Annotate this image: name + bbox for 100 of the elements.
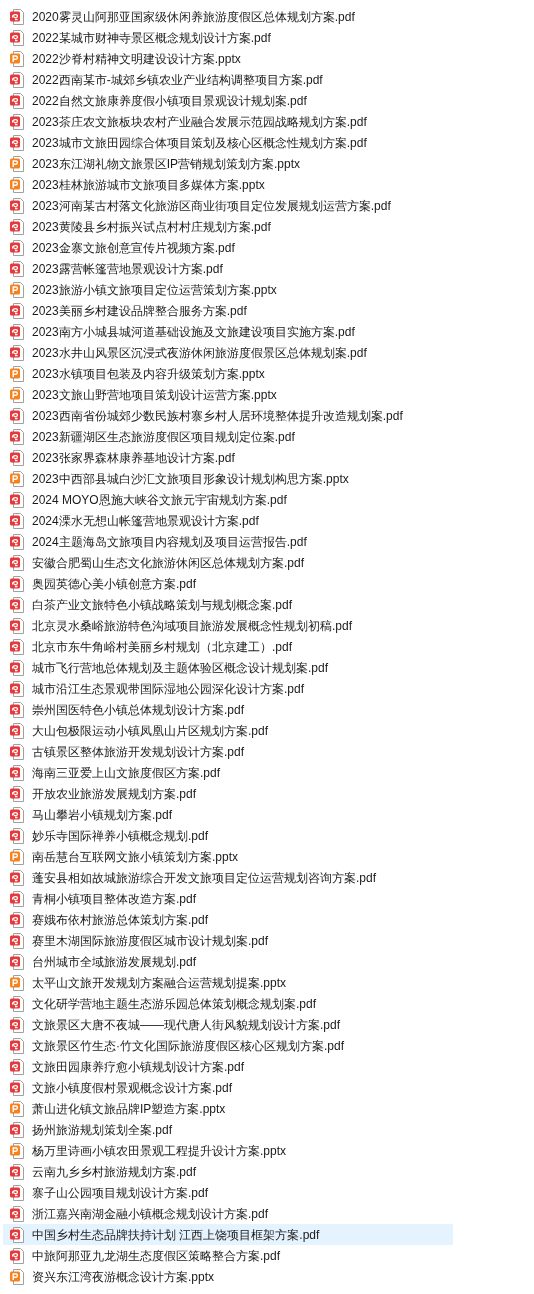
pdf-file-icon [10,596,24,613]
file-row[interactable]: 大山包极限运动小镇凤凰山片区规划方案.pdf [3,720,453,741]
file-row[interactable]: 文化研学营地主题生态游乐园总体策划概念规划案.pdf [3,993,453,1014]
pdf-file-icon [10,1037,24,1054]
file-name: 2023茶庄农文旅板块农村产业融合发展示范园战略规划方案.pdf [32,113,367,130]
file-row[interactable]: 北京灵水桑峪旅游特色沟域项目旅游发展概念性规划初稿.pdf [3,615,453,636]
file-row[interactable]: 2023张家界森林康养基地设计方案.pdf [3,447,453,468]
file-row[interactable]: 赛娥布依村旅游总体策划方案.pdf [3,909,453,930]
file-row[interactable]: 城市沿江生态景观带国际湿地公园深化设计方案.pdf [3,678,453,699]
pdf-file-icon [10,29,24,46]
file-name: 2023西南省份城郊少数民族村寨乡村人居环境整体提升改造规划案.pdf [32,407,403,424]
pdf-file-icon [10,1184,24,1201]
file-row[interactable]: 2023金寨文旅创意宣传片视频方案.pdf [3,237,453,258]
file-row[interactable]: 浙江嘉兴南湖金融小镇概念规划设计方案.pdf [3,1203,453,1224]
file-row[interactable]: 台州城市全域旅游发展规划.pdf [3,951,453,972]
file-name: 文旅小镇度假村景观概念设计方案.pdf [32,1079,232,1096]
presentation-file-icon [10,155,24,172]
file-row[interactable]: 海南三亚爱上山文旅度假区方案.pdf [3,762,453,783]
pdf-file-icon [10,239,24,256]
presentation-file-icon [10,1268,24,1285]
file-row[interactable]: 2020雾灵山阿那亚国家级休闲养旅游度假区总体规划方案.pdf [3,6,453,27]
file-row[interactable]: 2022某城市财神寺景区概念规划设计方案.pdf [3,27,453,48]
file-row[interactable]: 2023水井山风景区沉浸式夜游休闲旅游度假景区总体规划案.pdf [3,342,453,363]
pdf-file-icon [10,869,24,886]
file-row[interactable]: 中国乡村生态品牌扶持计划 江西上饶项目框架方案.pdf [3,1224,453,1245]
file-row[interactable]: 文旅景区大唐不夜城——现代唐人街风貌规划设计方案.pdf [3,1014,453,1035]
file-row[interactable]: 北京市东牛角峪村美丽乡村规划（北京建工）.pdf [3,636,453,657]
file-name: 奥园英德心美小镇创意方案.pdf [32,575,196,592]
file-row[interactable]: 2023黄陵县乡村振兴试点村村庄规划方案.pdf [3,216,453,237]
file-row[interactable]: 文旅田园康养疗愈小镇规划设计方案.pdf [3,1056,453,1077]
file-row[interactable]: 2023西南省份城郊少数民族村寨乡村人居环境整体提升改造规划案.pdf [3,405,453,426]
file-row[interactable]: 白茶产业文旅特色小镇战略策划与规划概念案.pdf [3,594,453,615]
file-name: 2022西南某市-城郊乡镇农业产业结构调整项目方案.pdf [32,71,323,88]
file-row[interactable]: 2023水镇项目包装及内容升级策划方案.pptx [3,363,453,384]
pdf-file-icon [10,1058,24,1075]
file-row[interactable]: 奥园英德心美小镇创意方案.pdf [3,573,453,594]
file-row[interactable]: 太平山文旅开发规划方案融合运营规划提案.pptx [3,972,453,993]
file-row[interactable]: 南岳慧台互联网文旅小镇策划方案.pptx [3,846,453,867]
file-name: 文旅景区竹生态·竹文化国际旅游度假区核心区规划方案.pdf [32,1037,344,1054]
file-row[interactable]: 2023新疆湖区生态旅游度假区项目规划定位案.pdf [3,426,453,447]
file-row[interactable]: 青桐小镇项目整体改造方案.pdf [3,888,453,909]
file-row[interactable]: 2023美丽乡村建设品牌整合服务方案.pdf [3,300,453,321]
file-name: 大山包极限运动小镇凤凰山片区规划方案.pdf [32,722,268,739]
file-row[interactable]: 扬州旅游规划策划全案.pdf [3,1119,453,1140]
file-row[interactable]: 古镇景区整体旅游开发规划设计方案.pdf [3,741,453,762]
file-row[interactable]: 2023中西部县城白沙汇文旅项目形象设计规划构思方案.pptx [3,468,453,489]
file-row[interactable]: 崇州国医特色小镇总体规划设计方案.pdf [3,699,453,720]
file-row[interactable]: 云南九乡乡村旅游规划方案.pdf [3,1161,453,1182]
pdf-file-icon [10,1226,24,1243]
file-row[interactable]: 2023城市文旅田园综合体项目策划及核心区概念性规划方案.pdf [3,132,453,153]
file-row[interactable]: 资兴东江湾夜游概念设计方案.pptx [3,1266,453,1287]
file-row[interactable]: 城市飞行营地总体规划及主题体验区概念设计规划案.pdf [3,657,453,678]
presentation-file-icon [10,1142,24,1159]
file-row[interactable]: 安徽合肥蜀山生态文化旅游休闲区总体规划方案.pdf [3,552,453,573]
file-row[interactable]: 2023茶庄农文旅板块农村产业融合发展示范园战略规划方案.pdf [3,111,453,132]
file-row[interactable]: 2023桂林旅游城市文旅项目多媒体方案.pptx [3,174,453,195]
file-row[interactable]: 中旅阿那亚九龙湖生态度假区策略整合方案.pdf [3,1245,453,1266]
file-row[interactable]: 2022自然文旅康养度假小镇项目景观设计规划案.pdf [3,90,453,111]
pdf-file-icon [10,659,24,676]
file-row[interactable]: 蓬安县相如故城旅游综合开发文旅项目定位运营规划咨询方案.pdf [3,867,453,888]
file-row[interactable]: 2023南方小城县城河道基础设施及文旅建设项目实施方案.pdf [3,321,453,342]
file-row[interactable]: 2024溧水无想山帐篷营地景观设计方案.pdf [3,510,453,531]
file-row[interactable]: 2023河南某古村落文化旅游区商业街项目定位发展规划运营方案.pdf [3,195,453,216]
file-row[interactable]: 2024主题海岛文旅项目内容规划及项目运营报告.pdf [3,531,453,552]
file-name: 2023东江湖礼物文旅景区IP营销规划策划方案.pptx [32,155,301,172]
file-name: 2023水镇项目包装及内容升级策划方案.pptx [32,365,265,382]
pdf-file-icon [10,722,24,739]
file-name: 文旅景区大唐不夜城——现代唐人街风貌规划设计方案.pdf [32,1016,340,1033]
file-row[interactable]: 2023文旅山野营地项目策划设计运营方案.pptx [3,384,453,405]
file-name: 北京灵水桑峪旅游特色沟域项目旅游发展概念性规划初稿.pdf [32,617,352,634]
file-row[interactable]: 寨子山公园项目规划设计方案.pdf [3,1182,453,1203]
file-row[interactable]: 2023露营帐篷营地景观设计方案.pdf [3,258,453,279]
file-row[interactable]: 文旅小镇度假村景观概念设计方案.pdf [3,1077,453,1098]
file-row[interactable]: 2023旅游小镇文旅项目定位运营策划方案.pptx [3,279,453,300]
file-row[interactable]: 马山攀岩小镇规划方案.pdf [3,804,453,825]
file-name: 2022自然文旅康养度假小镇项目景观设计规划案.pdf [32,92,307,109]
file-row[interactable]: 赛里木湖国际旅游度假区城市设计规划案.pdf [3,930,453,951]
file-row[interactable]: 2024 MOYO恩施大峡谷文旅元宇宙规划方案.pdf [3,489,453,510]
pdf-file-icon [10,890,24,907]
pdf-file-icon [10,785,24,802]
file-row[interactable]: 杨万里诗画小镇农田景观工程提升设计方案.pptx [3,1140,453,1161]
file-name: 2024溧水无想山帐篷营地景观设计方案.pdf [32,512,259,529]
file-name: 2023城市文旅田园综合体项目策划及核心区概念性规划方案.pdf [32,134,367,151]
file-name: 文化研学营地主题生态游乐园总体策划概念规划案.pdf [32,995,316,1012]
file-name: 2023张家界森林康养基地设计方案.pdf [32,449,235,466]
file-row[interactable]: 2022西南某市-城郊乡镇农业产业结构调整项目方案.pdf [3,69,453,90]
file-row[interactable]: 开放农业旅游发展规划方案.pdf [3,783,453,804]
file-name: 台州城市全域旅游发展规划.pdf [32,953,196,970]
presentation-file-icon [10,386,24,403]
file-row[interactable]: 2022沙脊村精神文明建设设计方案.pptx [3,48,453,69]
presentation-file-icon [10,281,24,298]
pdf-file-icon [10,701,24,718]
file-row[interactable]: 妙乐寺国际禅养小镇概念规划.pdf [3,825,453,846]
file-name: 安徽合肥蜀山生态文化旅游休闲区总体规划方案.pdf [32,554,304,571]
file-name: 浙江嘉兴南湖金融小镇概念规划设计方案.pdf [32,1205,268,1222]
file-row[interactable]: 2023东江湖礼物文旅景区IP营销规划策划方案.pptx [3,153,453,174]
file-row[interactable]: 文旅景区竹生态·竹文化国际旅游度假区核心区规划方案.pdf [3,1035,453,1056]
pdf-file-icon [10,260,24,277]
file-row[interactable]: 萧山进化镇文旅品牌IP塑造方案.pptx [3,1098,453,1119]
file-name: 北京市东牛角峪村美丽乡村规划（北京建工）.pdf [32,638,292,655]
